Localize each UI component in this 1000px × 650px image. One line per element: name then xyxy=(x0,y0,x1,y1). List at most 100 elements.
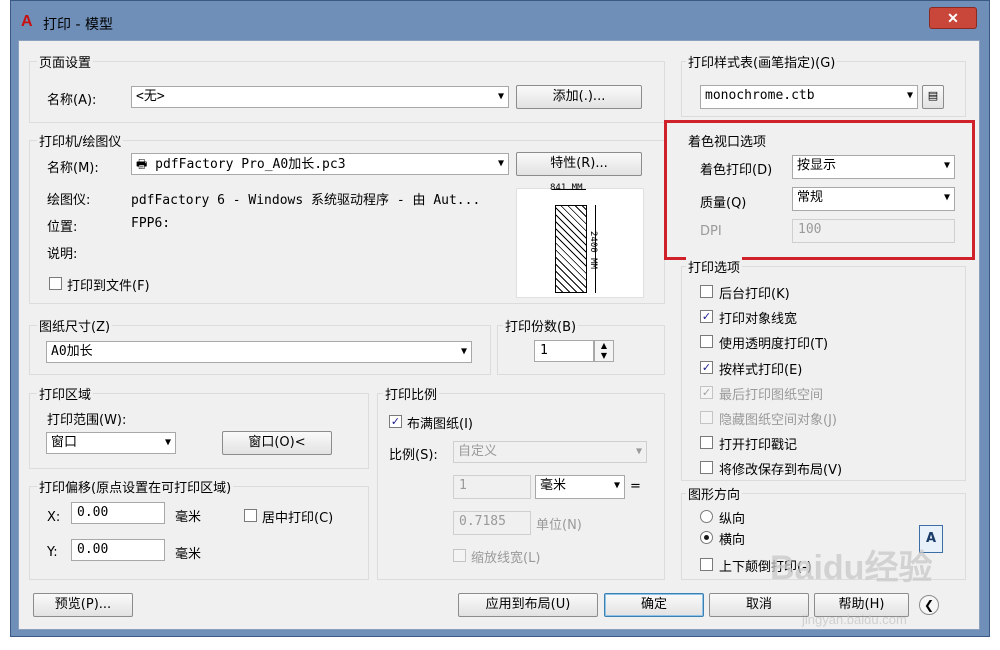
plot-scale-label: 打印比例 xyxy=(383,384,440,403)
shade-plot-select[interactable]: 按显示 ▼ xyxy=(792,155,955,179)
scale-equals-sign: = xyxy=(630,479,641,494)
scale-unit-value: 毫米 xyxy=(540,478,567,493)
orientation-label: 图形方向 xyxy=(686,484,743,503)
quality-label: 质量(Q) xyxy=(700,196,747,211)
plot-offset-label: 打印偏移(原点设置在可打印区域) xyxy=(37,477,234,496)
paper-hatch-rect xyxy=(555,205,587,293)
portrait-radio[interactable] xyxy=(700,510,713,523)
autocad-app-icon: A xyxy=(21,13,33,30)
offset-y-label: Y: xyxy=(47,545,58,560)
printer-properties-button[interactable]: 特性(R)... xyxy=(516,152,642,176)
plot-option-checkbox[interactable]: ✓ xyxy=(700,310,713,324)
offset-y-unit: 毫米 xyxy=(175,547,202,562)
plot-option-checkbox[interactable] xyxy=(700,335,713,349)
copies-label: 打印份数(B) xyxy=(503,316,579,335)
plot-style-table-select[interactable]: monochrome.ctb ▼ xyxy=(700,85,918,109)
plot-option-label: 后台打印(K) xyxy=(719,287,790,302)
chevron-down-icon: ▼ xyxy=(460,346,467,357)
preview-height-text: 2400 MM xyxy=(588,231,598,269)
dpi-input[interactable]: 100 xyxy=(792,219,955,243)
close-button[interactable]: ✕ xyxy=(929,7,977,29)
copies-spinner[interactable]: ▲ ▼ xyxy=(594,340,614,362)
plot-option-label: 最后打印图纸空间 xyxy=(719,387,824,403)
plot-option-checkbox[interactable]: ✓ xyxy=(700,385,713,399)
add-page-setup-button[interactable]: 添加(.)... xyxy=(516,85,642,109)
landscape-label: 横向 xyxy=(719,533,746,548)
location-label: 位置: xyxy=(47,220,78,235)
plot-option-label: 将修改保存到布局(V) xyxy=(719,463,843,479)
shade-plot-value: 按显示 xyxy=(797,158,837,173)
edit-plot-style-button[interactable]: ▤ xyxy=(922,85,944,109)
baidu-watermark: Baidu经验 xyxy=(770,549,933,587)
spin-down-icon[interactable]: ▼ xyxy=(595,351,613,361)
plot-range-select[interactable]: 窗口 ▼ xyxy=(46,432,176,454)
plotter-value: pdfFactory 6 - Windows 系统驱动程序 - 由 Aut... xyxy=(131,193,481,208)
spin-up-icon[interactable]: ▲ xyxy=(595,341,613,351)
plot-option-checkbox[interactable]: ✓ xyxy=(700,360,713,374)
scale-unit2-label: 单位(N) xyxy=(536,518,582,533)
plot-option-label: 隐藏图纸空间对象(J) xyxy=(719,413,837,428)
plot-style-table-value: monochrome.ctb xyxy=(705,88,815,103)
fit-to-paper-label: 布满图纸(I) xyxy=(407,417,473,432)
scale-value1-input[interactable]: 1 xyxy=(453,475,531,499)
printer-name-value: pdfFactory Pro_A0加长.pc3 xyxy=(155,157,346,172)
plot-option-label: 按样式打印(E) xyxy=(719,362,803,378)
portrait-label: 纵向 xyxy=(719,512,746,527)
shaded-viewport-label: 着色视口选项 xyxy=(686,131,769,150)
page-setup-name-label: 名称(A): xyxy=(47,93,97,108)
quality-select[interactable]: 常规 ▼ xyxy=(792,187,955,211)
scale-label: 比例(S): xyxy=(389,448,438,463)
edit-style-icon: ▤ xyxy=(927,89,939,102)
scale-value2-input[interactable]: 0.7185 xyxy=(453,511,531,535)
page-setup-label: 页面设置 xyxy=(37,52,94,71)
chevron-down-icon: ▼ xyxy=(635,446,642,457)
chevron-down-icon: ▼ xyxy=(906,90,913,101)
offset-x-input[interactable]: 0.00 xyxy=(71,502,165,524)
plot-offset-group xyxy=(29,486,369,580)
chevron-down-icon: ▼ xyxy=(613,480,620,491)
ok-button[interactable]: 确定 xyxy=(604,593,704,617)
baidu-watermark-url: jingyan.baidu.com xyxy=(802,612,907,627)
cancel-button[interactable]: 取消 xyxy=(709,593,809,617)
page-setup-name-select[interactable]: <无> ▼ xyxy=(131,86,509,108)
plot-option-checkbox[interactable] xyxy=(700,285,713,298)
quality-value: 常规 xyxy=(797,190,824,205)
shade-plot-label: 着色打印(D) xyxy=(700,163,773,178)
plotter-label: 绘图仪: xyxy=(47,193,91,208)
offset-y-input[interactable]: 0.00 xyxy=(71,539,165,561)
scale-select[interactable]: 自定义 ▼ xyxy=(453,441,647,463)
print-to-file-label: 打印到文件(F) xyxy=(67,279,150,294)
paper-size-label: 图纸尺寸(Z) xyxy=(37,316,113,335)
printer-name-label: 名称(M): xyxy=(47,161,99,176)
scale-unit-select[interactable]: 毫米 ▼ xyxy=(535,475,625,499)
paper-size-value: A0加长 xyxy=(51,344,93,359)
plot-range-value: 窗口 xyxy=(51,435,78,450)
more-options-icon[interactable]: ❮ xyxy=(919,595,939,615)
plot-range-label: 打印范围(W): xyxy=(47,413,127,428)
apply-to-layout-button[interactable]: 应用到布局(U) xyxy=(458,593,598,617)
paper-preview: 841 MM 2400 MM xyxy=(516,183,644,298)
preview-button[interactable]: 预览(P)... xyxy=(33,593,133,617)
close-icon: ✕ xyxy=(947,10,959,26)
center-plot-checkbox[interactable] xyxy=(244,509,257,522)
plot-option-checkbox[interactable] xyxy=(700,461,713,475)
chevron-down-icon: ▼ xyxy=(943,192,950,203)
scale-lineweights-checkbox[interactable] xyxy=(453,549,466,562)
window-select-button[interactable]: 窗口(O)< xyxy=(222,431,332,455)
upside-down-checkbox[interactable] xyxy=(700,558,713,571)
copies-input[interactable]: 1 xyxy=(534,340,594,362)
dpi-label: DPI xyxy=(700,224,722,239)
paper-size-select[interactable]: A0加长 ▼ xyxy=(46,341,472,363)
title-bar[interactable]: A 打印 - 模型 ✕ xyxy=(11,1,989,41)
plot-option-checkbox[interactable] xyxy=(700,411,713,424)
chevron-down-icon: ▼ xyxy=(164,437,171,448)
fit-to-paper-checkbox[interactable]: ✓ xyxy=(389,415,402,428)
printer-name-select[interactable]: 🖶 pdfFactory Pro_A0加长.pc3 ▼ xyxy=(131,153,509,175)
offset-x-label: X: xyxy=(47,510,61,525)
landscape-radio[interactable] xyxy=(700,531,713,544)
location-value: FPP6: xyxy=(131,216,171,231)
page-setup-name-value: <无> xyxy=(136,89,165,104)
print-to-file-checkbox[interactable] xyxy=(49,277,62,290)
plot-option-checkbox[interactable] xyxy=(700,436,713,450)
printer-icon: 🖶 xyxy=(136,157,148,171)
